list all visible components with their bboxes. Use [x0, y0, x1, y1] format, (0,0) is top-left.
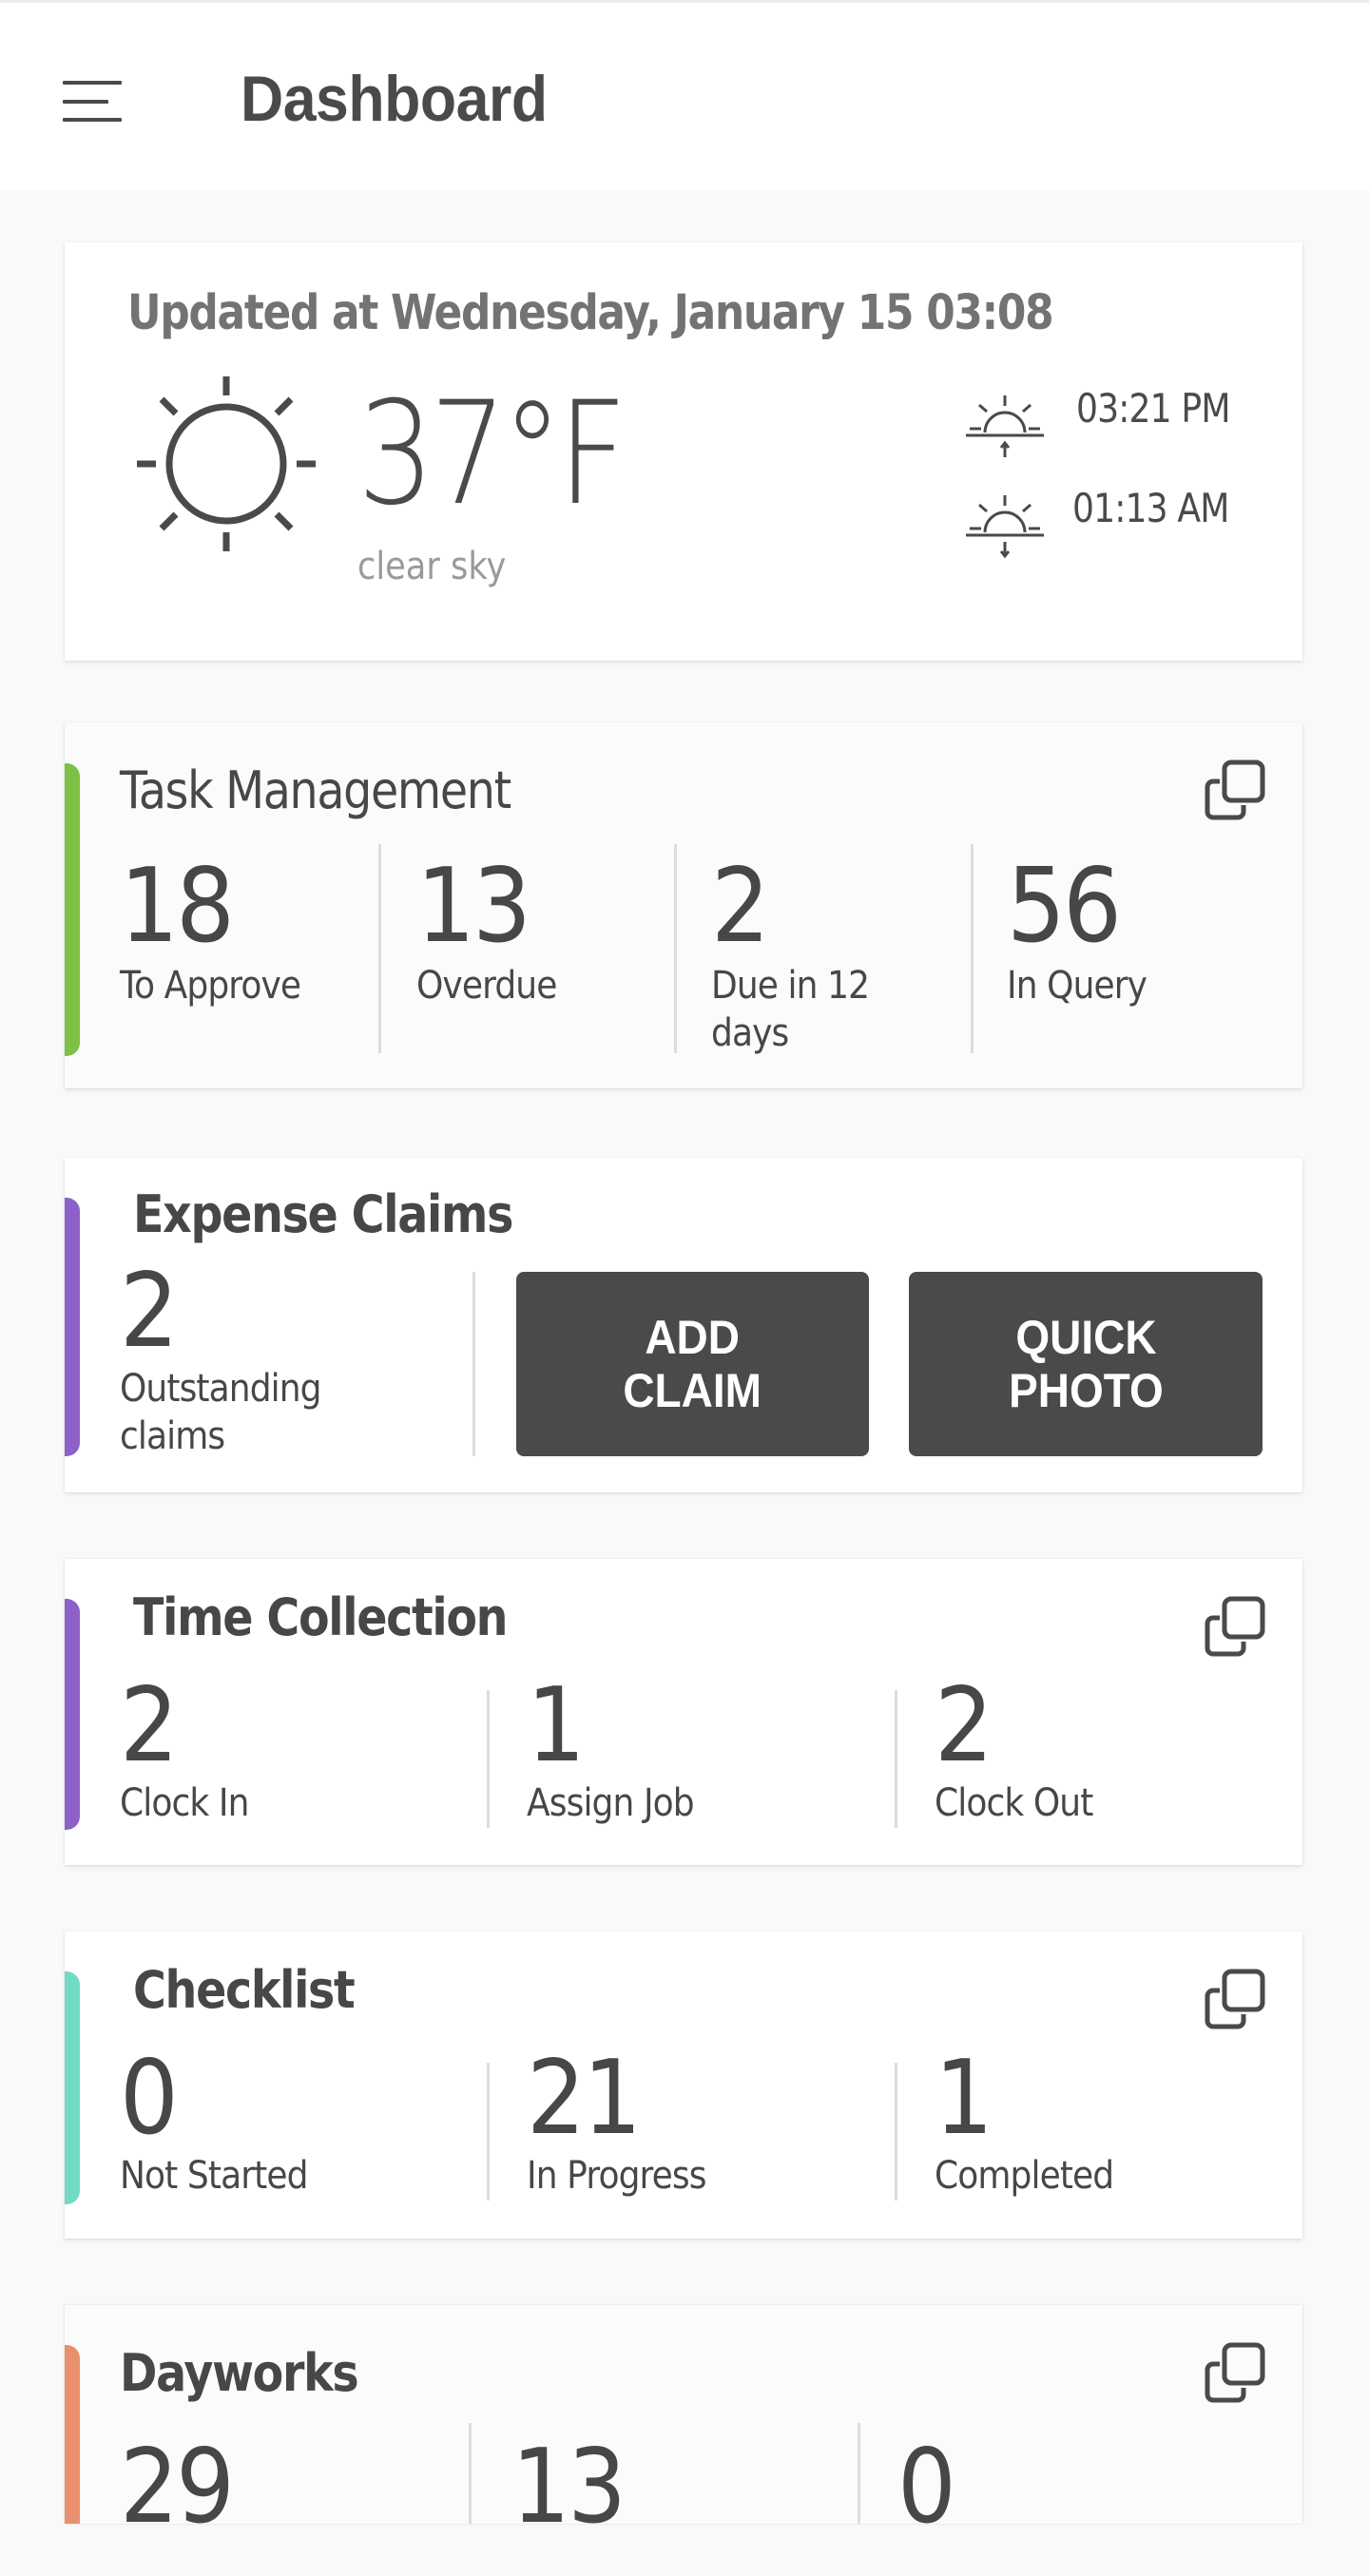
- sunrise-icon: [966, 395, 1044, 457]
- card-accent-bar: [65, 1198, 80, 1456]
- card-accent-bar: [65, 763, 80, 1056]
- sunset-time: 01:13 AM: [1072, 485, 1229, 531]
- expand-icon[interactable]: [1204, 2341, 1266, 2404]
- stat-overdue[interactable]: 13 Overdue: [416, 855, 664, 1060]
- card-title: Dayworks: [120, 2343, 359, 2403]
- stat-in-query[interactable]: 56 In Query: [1007, 855, 1254, 1060]
- expand-icon[interactable]: [1204, 759, 1266, 821]
- stat-not-started[interactable]: 0 Not Started: [120, 2047, 462, 2219]
- app-header: Dashboard: [0, 3, 1369, 190]
- stat-divider: [674, 844, 677, 1053]
- temperature: 37°F: [357, 372, 627, 537]
- time-collection-card[interactable]: Time Collection 2 Clock In 1 Assign Job …: [65, 1559, 1302, 1865]
- weather-updated-text: Updated at Wednesday, January 15 03:08: [127, 285, 1054, 341]
- page-title: Dashboard: [241, 63, 548, 135]
- checklist-card[interactable]: Checklist 0 Not Started 21 In Progress 1…: [65, 1932, 1302, 2239]
- hamburger-menu-icon[interactable]: [61, 79, 124, 123]
- stat-divider: [895, 1690, 897, 1828]
- sunrise-time: 03:21 PM: [1076, 385, 1230, 432]
- weather-condition: clear sky: [357, 545, 507, 588]
- stat-divider: [487, 2063, 490, 2201]
- sun-icon: [137, 376, 316, 551]
- stat-divider: [378, 844, 381, 1053]
- stat-completed[interactable]: 1 Completed: [935, 2047, 1277, 2219]
- stat-to-approve[interactable]: 18 To Approve: [120, 855, 367, 1060]
- card-title: Task Management: [120, 760, 511, 820]
- expense-claims-card: Expense Claims 2 Outstanding claims ADD …: [65, 1158, 1302, 1492]
- stat-divider: [469, 2423, 472, 2524]
- dayworks-card[interactable]: Dayworks 29 13 0: [65, 2305, 1302, 2524]
- expand-icon[interactable]: [1204, 1595, 1266, 1658]
- task-management-card[interactable]: Task Management 18 To Approve 13 Overdue…: [65, 722, 1302, 1088]
- stat-divider: [487, 1690, 490, 1828]
- quick-photo-button[interactable]: QUICK PHOTO: [909, 1272, 1263, 1456]
- weather-card: Updated at Wednesday, January 15 03:08 3…: [65, 242, 1302, 661]
- stat-in-progress[interactable]: 21 In Progress: [527, 2047, 869, 2219]
- stat-divider: [472, 1272, 475, 1456]
- stat-due-soon[interactable]: 2 Due in 12 days: [711, 855, 958, 1060]
- card-title: Expense Claims: [133, 1184, 513, 1244]
- stat-dayworks-3[interactable]: 0: [897, 2436, 1240, 2525]
- stat-clock-out[interactable]: 2 Clock Out: [935, 1675, 1277, 1846]
- stat-divider: [858, 2423, 860, 2524]
- card-accent-bar: [65, 1599, 80, 1830]
- stat-clock-in[interactable]: 2 Clock In: [120, 1675, 462, 1846]
- expand-icon[interactable]: [1204, 1968, 1266, 2030]
- card-accent-bar: [65, 1971, 80, 2204]
- stat-outstanding-claims[interactable]: 2 Outstanding claims: [120, 1260, 462, 1470]
- card-accent-bar: [65, 2345, 80, 2524]
- stat-dayworks-1[interactable]: 29: [120, 2436, 462, 2525]
- stat-divider: [895, 2063, 897, 2201]
- card-title: Time Collection: [133, 1587, 509, 1647]
- card-title: Checklist: [133, 1960, 356, 2020]
- stat-assign-job[interactable]: 1 Assign Job: [527, 1675, 869, 1846]
- add-claim-button[interactable]: ADD CLAIM: [516, 1272, 869, 1456]
- stat-divider: [971, 844, 974, 1053]
- stat-dayworks-2[interactable]: 13: [511, 2436, 854, 2525]
- sunset-icon: [966, 495, 1044, 559]
